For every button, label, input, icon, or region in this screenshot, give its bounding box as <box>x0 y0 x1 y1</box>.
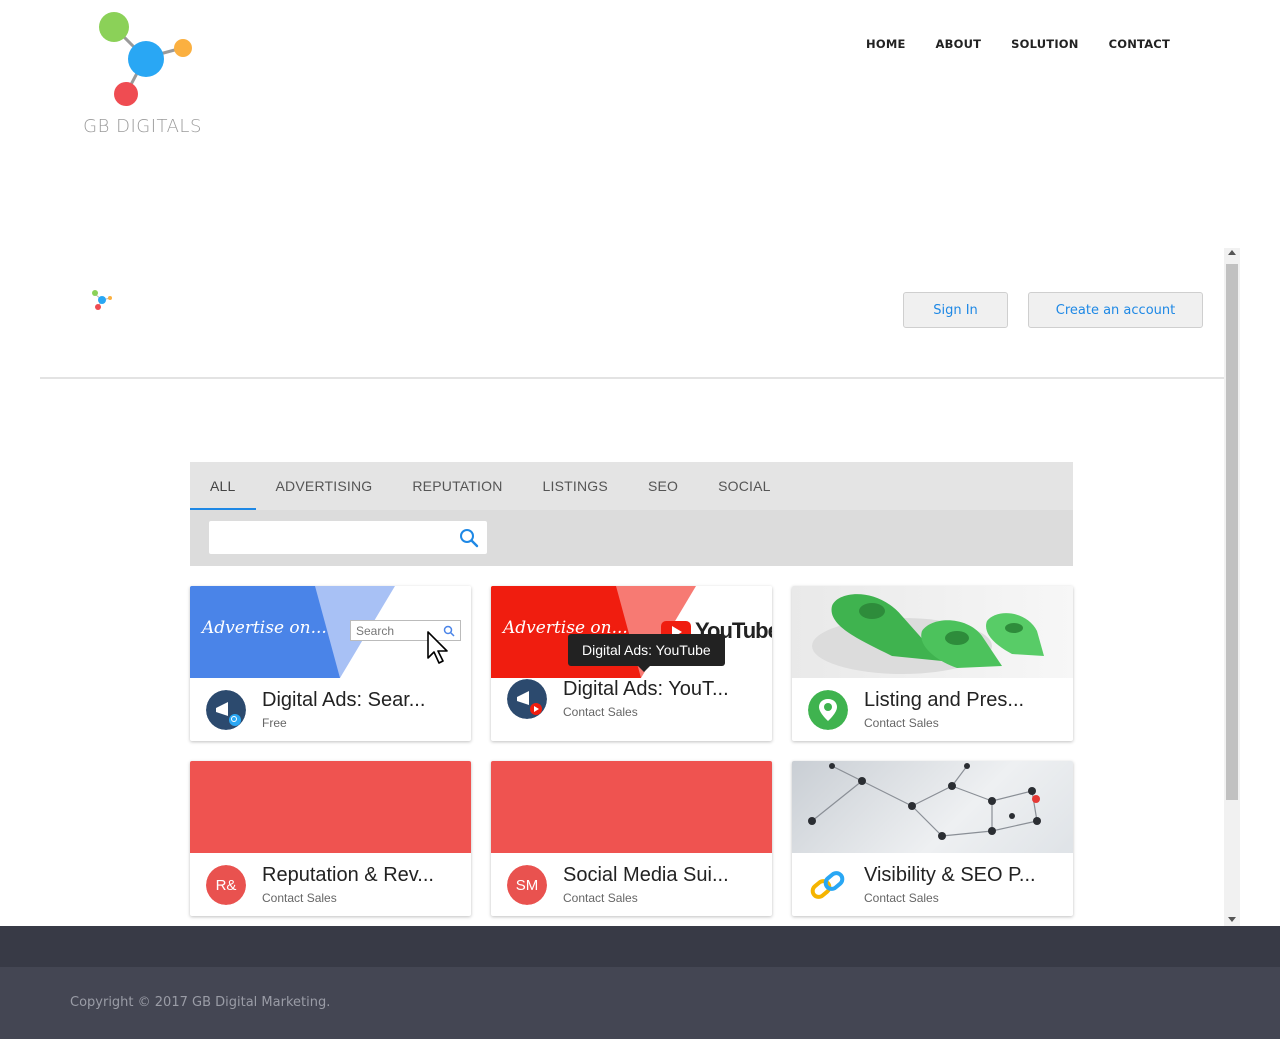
megaphone-search-icon <box>206 690 246 730</box>
site-header: GB DIGITALS HOME ABOUT SOLUTION CONTACT <box>0 0 1280 150</box>
frame-scrollbar[interactable] <box>1224 248 1240 926</box>
card-banner <box>792 761 1073 853</box>
tab-social[interactable]: SOCIAL <box>698 462 791 510</box>
card-title: Listing and Pres... <box>864 689 1025 711</box>
card-price: Contact Sales <box>563 891 638 905</box>
product-card-social[interactable]: SM Social Media Sui... Contact Sales <box>491 761 772 916</box>
brand-name: GB DIGITALS <box>83 116 202 137</box>
initials-text: SM <box>507 865 547 905</box>
card-price: Contact Sales <box>563 705 638 719</box>
banner-search-label: Search <box>356 624 395 638</box>
tab-seo[interactable]: SEO <box>628 462 698 510</box>
main-nav: HOME ABOUT SOLUTION CONTACT <box>866 37 1170 51</box>
card-title: Social Media Sui... <box>563 864 729 886</box>
card-banner <box>190 761 471 853</box>
card-body: Visibility & SEO P... Contact Sales <box>792 853 1073 916</box>
card-title: Digital Ads: YouT... <box>563 678 729 700</box>
product-card-reputation[interactable]: R& Reputation & Rev... Contact Sales <box>190 761 471 916</box>
molecule-logo-icon <box>99 12 192 106</box>
product-card-listings[interactable]: Listing and Pres... Contact Sales <box>792 586 1073 741</box>
divider <box>40 377 1224 379</box>
card-banner <box>491 761 772 853</box>
card-body: SM Social Media Sui... Contact Sales <box>491 853 772 916</box>
initials-text: R& <box>206 865 246 905</box>
card-price: Contact Sales <box>864 716 939 730</box>
card-price: Contact Sales <box>262 891 337 905</box>
nav-home[interactable]: HOME <box>866 37 906 51</box>
scroll-up-arrow-icon[interactable] <box>1228 250 1236 255</box>
card-banner <box>792 586 1073 678</box>
card-price: Free <box>262 716 287 730</box>
card-title: Digital Ads: Sear... <box>262 689 426 711</box>
map-pins-banner-image <box>812 594 1044 674</box>
mini-brand-logo-icon <box>92 290 112 310</box>
search-bar <box>190 510 1073 566</box>
card-body: Listing and Pres... Contact Sales <box>792 678 1073 741</box>
card-body: R& Reputation & Rev... Contact Sales <box>190 853 471 916</box>
nav-contact[interactable]: CONTACT <box>1109 37 1170 51</box>
site-footer: Copyright © 2017 GB Digital Marketing. <box>0 967 1280 1039</box>
marketplace-frame: Sign In Create an account ALL ADVERTISIN… <box>40 248 1240 926</box>
category-tabs: ALL ADVERTISING REPUTATION LISTINGS SEO … <box>190 462 1073 510</box>
copyright-text: Copyright © 2017 GB Digital Marketing. <box>70 995 331 1010</box>
banner-headline: Advertise on... <box>202 618 327 638</box>
chain-link-icon <box>808 865 848 905</box>
brand-logo[interactable]: GB DIGITALS <box>80 10 205 140</box>
search-icon[interactable] <box>459 528 479 548</box>
search-input[interactable] <box>209 521 449 554</box>
create-account-button[interactable]: Create an account <box>1028 292 1203 328</box>
initials-avatar: SM <box>507 865 547 905</box>
card-price: Contact Sales <box>864 891 939 905</box>
sign-in-button[interactable]: Sign In <box>903 292 1008 328</box>
tab-listings[interactable]: LISTINGS <box>523 462 628 510</box>
nav-about[interactable]: ABOUT <box>936 37 982 51</box>
nav-solution[interactable]: SOLUTION <box>1011 37 1078 51</box>
scrollbar-thumb[interactable] <box>1226 264 1238 800</box>
footer-top-bar <box>0 926 1280 967</box>
network-banner-image <box>808 763 1041 840</box>
product-card-seo[interactable]: Visibility & SEO P... Contact Sales <box>792 761 1073 916</box>
card-title: Visibility & SEO P... <box>864 864 1036 886</box>
card-body: Digital Ads: Sear... Free <box>190 678 471 741</box>
card-title: Reputation & Rev... <box>262 864 434 886</box>
initials-avatar: R& <box>206 865 246 905</box>
card-body: Digital Ads: YouT... Contact Sales <box>491 678 772 741</box>
map-pin-icon <box>808 690 848 730</box>
tab-advertising[interactable]: ADVERTISING <box>256 462 393 510</box>
megaphone-youtube-icon <box>507 679 547 719</box>
scroll-down-arrow-icon[interactable] <box>1228 917 1236 922</box>
search-box <box>209 521 487 554</box>
tab-all[interactable]: ALL <box>190 462 256 510</box>
card-tooltip: Digital Ads: YouTube <box>568 634 725 672</box>
tab-reputation[interactable]: REPUTATION <box>392 462 522 510</box>
product-catalog: ALL ADVERTISING REPUTATION LISTINGS SEO … <box>190 462 1073 916</box>
mouse-cursor-icon <box>427 631 448 664</box>
